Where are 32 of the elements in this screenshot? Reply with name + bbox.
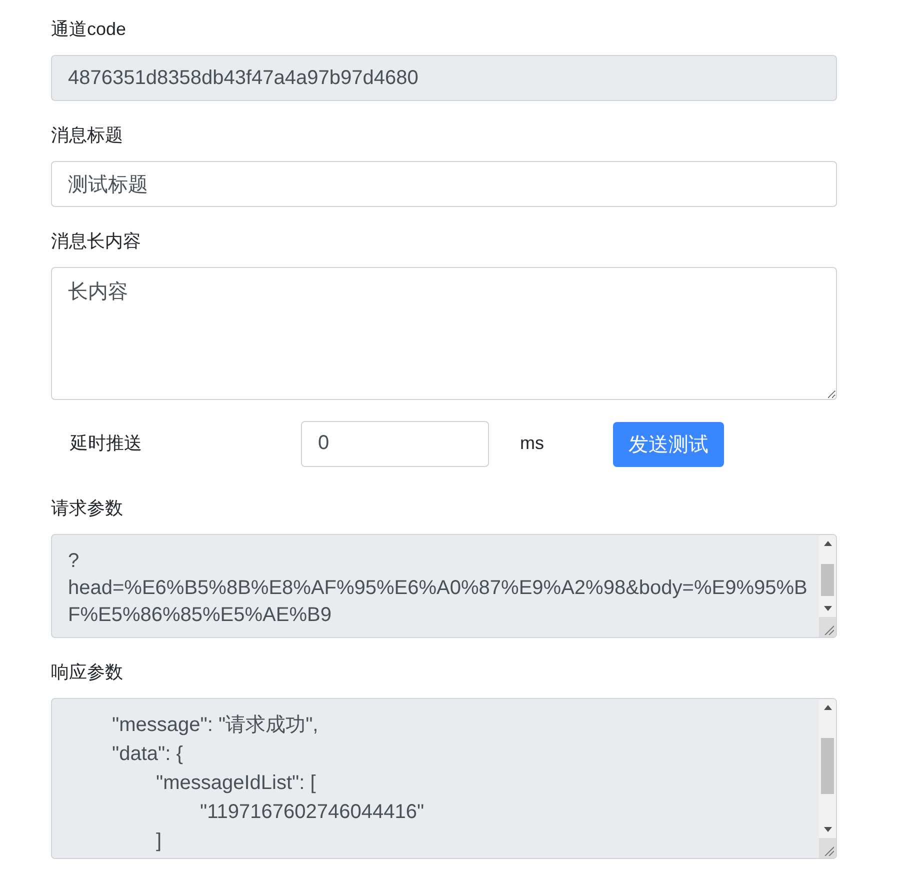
- textarea-field[interactable]: ? head=%E6%B5%8B%E8%AF%95%E6%A0%87%E9%A2%98&body=%E9%95%B F%E5%86%85%E5%AE%B9: [51, 534, 837, 638]
- resize-grip-icon[interactable]: [824, 846, 834, 856]
- code-line: head=%E6%B5%8B%E8%AF%95%E6%A0%87%E9%A2%98&body=%E9%95%B: [68, 576, 808, 601]
- scroll-down-icon[interactable]: [824, 827, 832, 832]
- scrollbar-track[interactable]: [819, 699, 836, 858]
- code-line: ?: [68, 549, 80, 574]
- code-line: ]: [156, 830, 162, 852]
- field-label: 消息标题: [51, 124, 124, 147]
- scrollbar-thumb[interactable]: [821, 564, 834, 596]
- resize-grip-icon[interactable]: [824, 625, 834, 635]
- input-field[interactable]: 4876351d8358db43f47a4a97b97d4680: [51, 55, 837, 101]
- scroll-up-icon[interactable]: [824, 541, 832, 546]
- scrollbar-thumb[interactable]: [821, 738, 834, 794]
- code-line: "messageIdList": [: [156, 772, 316, 794]
- field-label: 通道code: [51, 18, 128, 41]
- scroll-up-icon[interactable]: [824, 705, 832, 710]
- code-line: F%E5%86%85%E5%AE%B9: [68, 603, 332, 628]
- send-test-button[interactable]: 发送测试: [613, 422, 724, 467]
- scrollbar-track[interactable]: [819, 535, 836, 637]
- field-label: 请求参数: [51, 497, 124, 520]
- code-line: "1197167602746044416": [200, 801, 424, 823]
- code-line: "message": "请求成功",: [112, 714, 318, 736]
- unit-label: ms: [520, 433, 544, 453]
- field-label: 响应参数: [51, 661, 124, 684]
- textarea-field[interactable]: 长内容: [51, 267, 837, 400]
- code-line: "data": {: [112, 743, 183, 765]
- scroll-down-icon[interactable]: [824, 606, 832, 611]
- textarea-field[interactable]: "message": "请求成功", "data": { "messageIdList": [ "1197167602746044416" ]: [51, 698, 837, 859]
- input-field[interactable]: 测试标题: [51, 161, 837, 207]
- input-field[interactable]: 0: [301, 420, 489, 466]
- field-label: 延时推送: [70, 432, 143, 455]
- field-label: 消息长内容: [51, 230, 142, 253]
